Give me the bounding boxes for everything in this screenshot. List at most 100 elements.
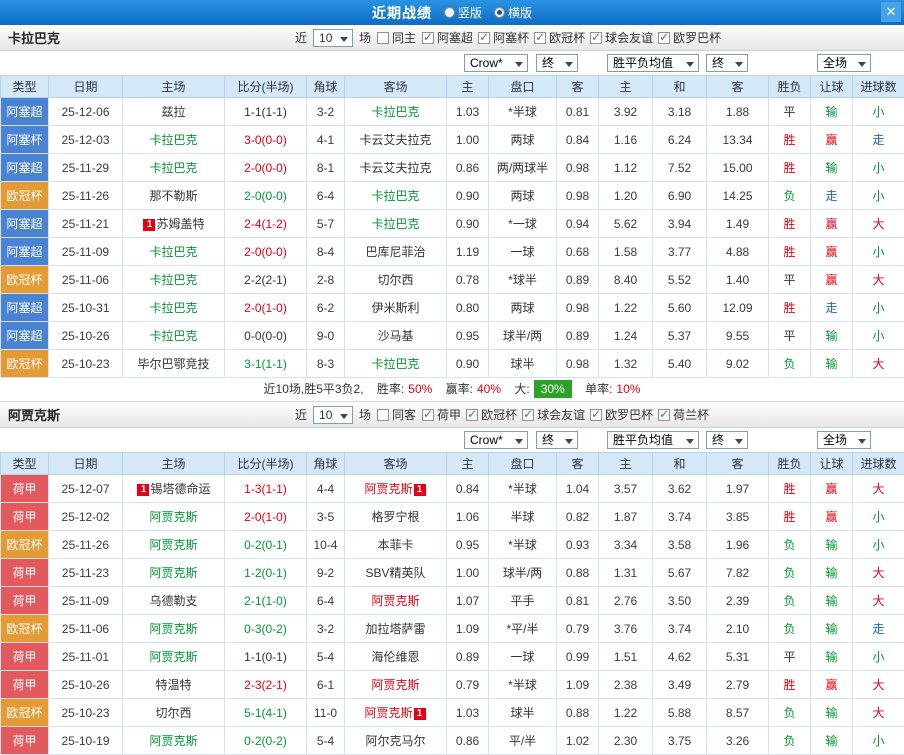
euro-odds-time-select[interactable]: 终 <box>706 431 748 449</box>
score-cell: 2-2(2-1) <box>225 266 307 294</box>
team-name-text: 阿贾克斯 <box>149 538 197 552</box>
euro-odds-time-select[interactable]: 终 <box>706 54 748 72</box>
handicap-result-cell: 输 <box>811 615 853 643</box>
goals-overunder-cell: 小 <box>853 98 904 126</box>
asian-away-odds-cell: 0.98 <box>557 154 599 182</box>
league-filter-checkbox[interactable]: 欧罗巴杯 <box>590 406 653 423</box>
euro-away-odds-cell: 15.00 <box>707 154 769 182</box>
league-filter-checkbox[interactable]: 欧冠杯 <box>534 29 585 46</box>
away-team-cell: 格罗宁根 <box>345 503 447 531</box>
league-filter-checkbox[interactable]: 欧冠杯 <box>466 406 517 423</box>
team-name-text: 阿贾克斯 <box>371 678 419 692</box>
team-name-text: 卡云艾夫拉克 <box>359 133 431 147</box>
handicap-result-cell: 赢 <box>811 210 853 238</box>
over-rate-value: 30% <box>534 380 572 398</box>
column-header: 和 <box>653 76 707 98</box>
team-name-text: 卡拉巴克 <box>371 105 419 119</box>
result-cell: 负 <box>769 699 811 727</box>
euro-away-odds-cell: 4.88 <box>707 238 769 266</box>
same-side-checkbox[interactable]: 同客 <box>377 406 416 423</box>
same-side-checkbox[interactable]: 同主 <box>377 29 416 46</box>
handicap-result-cell: 赢 <box>811 238 853 266</box>
goals-overunder-cell: 大 <box>853 699 904 727</box>
result-cell: 胜 <box>769 210 811 238</box>
column-header: 主场 <box>123 76 225 98</box>
league-type-cell: 欧冠杯 <box>1 531 49 559</box>
handicap-line-cell: 球半/两 <box>489 322 557 350</box>
table-body: 阿塞超25-12-06兹拉1-1(1-1)3-2卡拉巴克1.03*半球0.813… <box>1 98 904 378</box>
date-cell: 25-11-21 <box>49 210 123 238</box>
date-cell: 25-11-09 <box>49 238 123 266</box>
team-name-text: 卡拉巴克 <box>149 133 197 147</box>
handicap-line-cell: 两球 <box>489 294 557 322</box>
euro-home-odds-cell: 3.76 <box>599 615 653 643</box>
corners-cell: 11-0 <box>307 699 345 727</box>
asian-away-odds-cell: 0.79 <box>557 615 599 643</box>
match-count-select[interactable]: 10 <box>313 29 353 47</box>
away-team-cell: 沙马基 <box>345 322 447 350</box>
asian-odds-time-select[interactable]: 终 <box>536 431 578 449</box>
match-row: 阿塞超25-10-26卡拉巴克0-0(0-0)9-0沙马基0.95球半/两0.8… <box>1 322 904 350</box>
column-header: 胜负 <box>769 453 811 475</box>
date-cell: 25-11-29 <box>49 154 123 182</box>
red-card-badge: 1 <box>414 484 426 496</box>
away-team-cell: 巴库尼菲治 <box>345 238 447 266</box>
league-filter-checkbox[interactable]: 球会友谊 <box>522 406 585 423</box>
checkbox-icon <box>377 409 389 421</box>
home-team-cell: 那不勒斯 <box>123 182 225 210</box>
asian-odds-time-select[interactable]: 终 <box>536 54 578 72</box>
date-cell: 25-11-23 <box>49 559 123 587</box>
bookmaker-select[interactable]: Crow* <box>464 431 528 449</box>
team-name-text: 卡拉巴克 <box>149 329 197 343</box>
radio-label: 竖版 <box>458 4 482 21</box>
league-filter-checkbox[interactable]: 荷甲 <box>422 406 461 423</box>
scope-select[interactable]: 全场 <box>817 54 871 72</box>
match-row: 阿塞超25-10-31卡拉巴克2-0(1-0)6-2伊米斯利0.80两球0.98… <box>1 294 904 322</box>
matches-table: 类型日期主场比分(半场)角球客场主盘口客主和客胜负让球进球数 荷甲25-12-0… <box>0 452 904 755</box>
euro-average-select[interactable]: 胜平负均值 <box>607 54 699 72</box>
checkbox-icon <box>478 32 490 44</box>
handicap-line-cell: *半球 <box>489 475 557 503</box>
home-team-cell: 卡拉巴克 <box>123 322 225 350</box>
scope-select[interactable]: 全场 <box>817 431 871 449</box>
euro-away-odds-cell: 2.10 <box>707 615 769 643</box>
filter-controls: 近 10 场 同客 荷甲欧冠杯球会友谊欧罗巴杯荷兰杯 <box>295 402 709 427</box>
away-team-cell: 阿贾克斯1 <box>345 475 447 503</box>
bookmaker-select[interactable]: Crow* <box>464 54 528 72</box>
team-name-text: 卡拉巴克 <box>149 301 197 315</box>
asian-away-odds-cell: 0.81 <box>557 98 599 126</box>
layout-portrait-radio[interactable]: 竖版 <box>444 4 482 21</box>
result-cell: 负 <box>769 727 811 755</box>
match-row: 荷甲25-10-26特温特2-3(2-1)6-1阿贾克斯0.79*半球1.092… <box>1 671 904 699</box>
score-cell: 0-2(0-2) <box>225 727 307 755</box>
league-type-cell: 荷甲 <box>1 559 49 587</box>
column-header: 客 <box>707 76 769 98</box>
euro-draw-odds-cell: 5.40 <box>653 350 707 378</box>
date-cell: 25-11-01 <box>49 643 123 671</box>
match-row: 荷甲25-10-19阿贾克斯0-2(0-2)5-4阿尔克马尔0.86平/半1.0… <box>1 727 904 755</box>
euro-average-select[interactable]: 胜平负均值 <box>607 431 699 449</box>
handicap-line-cell: 两球 <box>489 126 557 154</box>
checkbox-label: 欧冠杯 <box>549 29 585 46</box>
match-count-select[interactable]: 10 <box>313 406 353 424</box>
league-filter-checkbox[interactable]: 欧罗巴杯 <box>658 29 721 46</box>
team-name-text: 巴库尼菲治 <box>365 245 425 259</box>
league-type-cell: 荷甲 <box>1 587 49 615</box>
league-filter-checkbox[interactable]: 阿塞杯 <box>478 29 529 46</box>
euro-home-odds-cell: 3.34 <box>599 531 653 559</box>
league-type-cell: 荷甲 <box>1 475 49 503</box>
league-filter-checkbox[interactable]: 荷兰杯 <box>658 406 709 423</box>
asian-home-odds-cell: 1.06 <box>447 503 489 531</box>
team-name-text: 切尔西 <box>155 706 191 720</box>
asian-home-odds-cell: 0.79 <box>447 671 489 699</box>
close-icon[interactable]: ✕ <box>881 2 901 22</box>
league-filter-checkbox[interactable]: 阿塞超 <box>422 29 473 46</box>
score-cell: 0-0(0-0) <box>225 322 307 350</box>
title-group: 近期战绩 竖版 横版 <box>372 3 532 23</box>
column-header: 角球 <box>307 453 345 475</box>
layout-landscape-radio[interactable]: 横版 <box>494 4 532 21</box>
euro-home-odds-cell: 2.30 <box>599 727 653 755</box>
result-cell: 平 <box>769 266 811 294</box>
league-filter-checkbox[interactable]: 球会友谊 <box>590 29 653 46</box>
goals-overunder-cell: 小 <box>853 294 904 322</box>
